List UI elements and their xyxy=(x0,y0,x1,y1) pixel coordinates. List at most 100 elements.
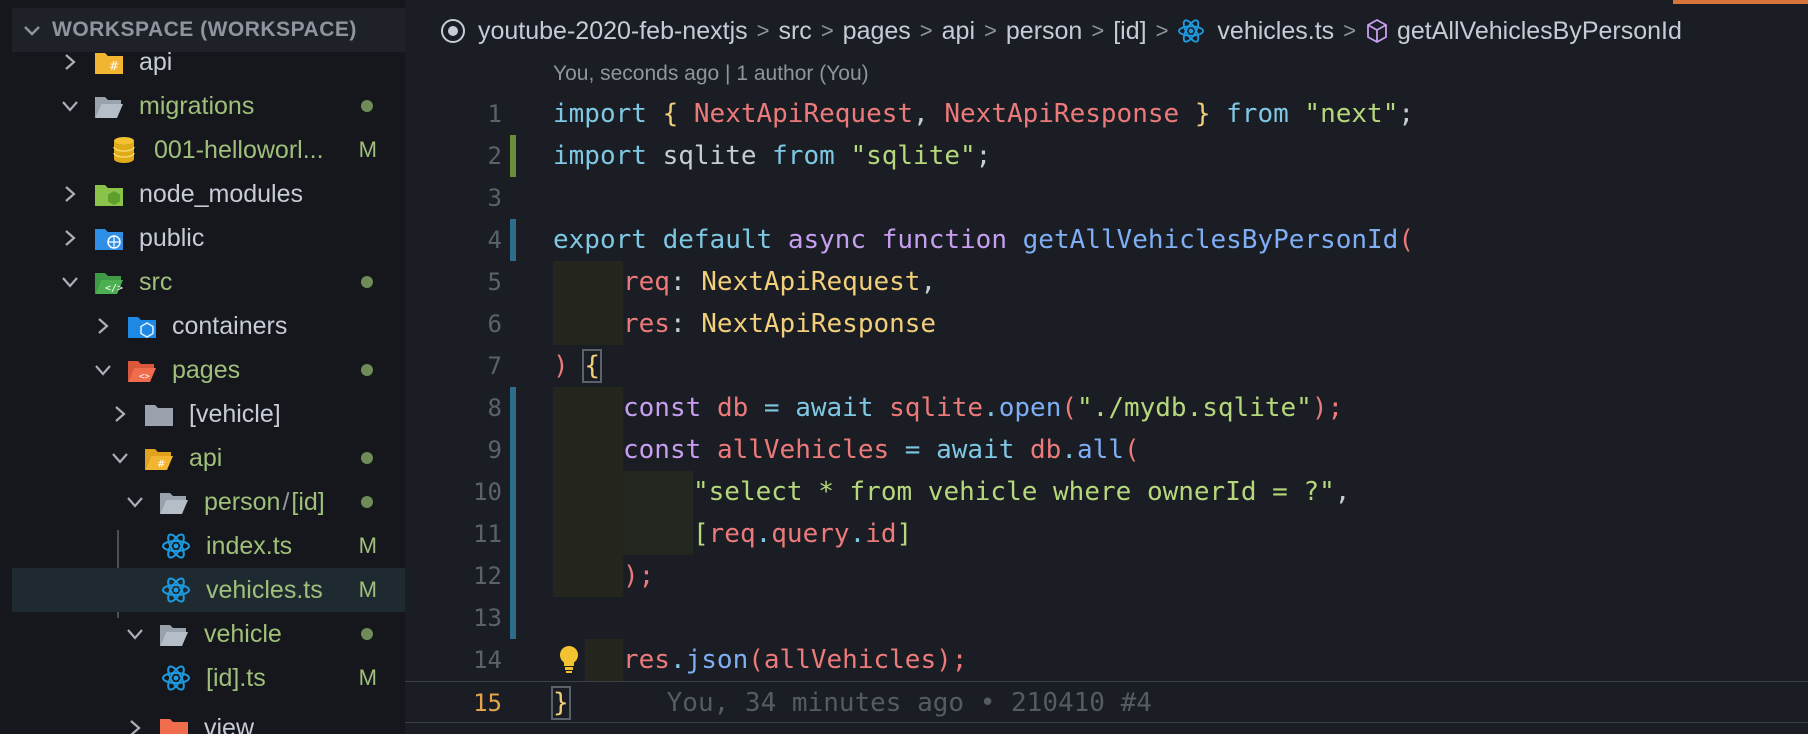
chevron-down-icon xyxy=(107,445,133,471)
react-icon xyxy=(160,575,192,605)
tree-item-label: node_modules xyxy=(139,179,304,208)
code-text: const db = await sqlite.open("./mydb.sql… xyxy=(623,393,1344,423)
chevron-right-icon: > xyxy=(919,18,933,43)
tree-item-label: [id].ts xyxy=(206,663,266,692)
breadcrumb-label: vehicles.ts xyxy=(1217,16,1335,45)
current-code-line: 15 } You, 34 minutes ago • 210410 #4 xyxy=(405,681,1808,723)
breadcrumb-item[interactable]: api xyxy=(942,17,975,46)
database-icon xyxy=(108,135,140,165)
folder-icon xyxy=(143,399,175,429)
breadcrumb-item[interactable]: pages xyxy=(843,17,911,46)
tree-folder-public[interactable]: public xyxy=(12,216,405,260)
tree-folder-api[interactable]: # api xyxy=(12,40,405,84)
indent-guide-highlight xyxy=(623,471,693,513)
react-icon xyxy=(160,663,192,693)
code-line: 4 export default async function getAllVe… xyxy=(405,219,1808,261)
git-modified-gutter[interactable] xyxy=(510,219,516,261)
code-text: import sqlite from "sqlite"; xyxy=(553,141,992,171)
breadcrumb-item[interactable]: [id] xyxy=(1113,17,1146,46)
code-text: [req.query.id] xyxy=(693,519,913,549)
git-modified-badge: M xyxy=(358,137,377,162)
code-line: 11 [req.query.id] xyxy=(405,513,1808,555)
folder-src-icon: </> xyxy=(93,267,125,297)
tree-item-label: api xyxy=(189,443,223,472)
chevron-right-icon xyxy=(90,313,116,339)
tree-item-label: migrations xyxy=(139,91,255,120)
line-number: 9 xyxy=(487,436,502,464)
tree-item-label: vehicles.ts xyxy=(206,575,323,604)
tree-folder-vehicle-dynamic[interactable]: [vehicle] xyxy=(12,392,405,436)
codelens-blame[interactable]: You, seconds ago | 1 author (You) xyxy=(553,62,869,86)
tree-folder-person-id[interactable]: person / [id] xyxy=(12,480,405,524)
tree-item-label: api xyxy=(139,47,173,76)
chevron-down-icon xyxy=(90,357,116,383)
folder-view-icon xyxy=(158,713,190,734)
svg-text:#: # xyxy=(109,59,119,73)
tree-item-label: view xyxy=(204,713,255,734)
tree-folder-containers[interactable]: containers xyxy=(12,304,405,348)
folder-open-icon xyxy=(158,619,190,649)
line-number: 3 xyxy=(487,184,502,212)
line-number: 11 xyxy=(473,520,502,548)
git-modified-gutter[interactable] xyxy=(510,597,516,639)
code-text: req: NextApiRequest, xyxy=(623,267,937,297)
chevron-down-icon xyxy=(57,269,83,295)
tree-item-label: index.ts xyxy=(206,531,293,560)
breadcrumb-symbol[interactable]: getAllVehiclesByPersonId xyxy=(1365,17,1682,46)
tree-file-migration[interactable]: 001-helloworl... M xyxy=(12,128,405,172)
code-text: const allVehicles = await db.all( xyxy=(623,435,1140,465)
line-number: 13 xyxy=(473,604,502,632)
git-added-gutter[interactable] xyxy=(510,135,516,177)
tree-folder-pages-api[interactable]: # api xyxy=(12,436,405,480)
breadcrumb-root[interactable]: youtube-2020-feb-nextjs xyxy=(440,17,748,46)
tree-item-label: vehicle xyxy=(204,619,282,648)
breadcrumb: youtube-2020-feb-nextjs > src > pages > … xyxy=(405,8,1682,54)
git-status-dot xyxy=(361,496,373,508)
breadcrumb-item[interactable]: person xyxy=(1006,17,1082,46)
code-editor[interactable]: youtube-2020-feb-nextjs > src > pages > … xyxy=(405,0,1808,734)
tree-item-label-2: [id] xyxy=(291,487,325,516)
line-number: 10 xyxy=(473,478,502,506)
tree-folder-node-modules[interactable]: node_modules xyxy=(12,172,405,216)
tree-folder-pages[interactable]: <> pages xyxy=(12,348,405,392)
git-modified-gutter[interactable] xyxy=(510,387,516,429)
code-text: import { NextApiRequest, NextApiResponse… xyxy=(553,99,1414,129)
code-line: 2 import sqlite from "sqlite"; xyxy=(405,135,1808,177)
indent-guide-highlight xyxy=(623,513,693,555)
tree-folder-view[interactable]: view xyxy=(12,706,405,734)
method-cube-icon xyxy=(1367,18,1387,44)
chevron-down-icon xyxy=(12,20,52,40)
tree-file-index-ts[interactable]: index.ts M xyxy=(12,524,405,568)
svg-text:<>: <> xyxy=(139,372,150,382)
tree-item-label: containers xyxy=(172,311,288,340)
tree-folder-src[interactable]: </> src xyxy=(12,260,405,304)
git-status-dot xyxy=(361,364,373,376)
chevron-right-icon xyxy=(122,715,148,734)
tree-folder-migrations[interactable]: migrations xyxy=(12,84,405,128)
indent-guide-highlight xyxy=(553,261,623,303)
circle-dot-icon xyxy=(441,19,465,43)
tree-file-vehicles-ts[interactable]: vehicles.ts M xyxy=(12,568,405,612)
lightbulb-icon[interactable] xyxy=(557,644,585,676)
git-modified-gutter[interactable] xyxy=(510,429,516,471)
breadcrumb-file[interactable]: vehicles.ts xyxy=(1177,17,1334,46)
code-line: 10 "select * from vehicle where ownerId … xyxy=(405,471,1808,513)
code-line: 9 const allVehicles = await db.all( xyxy=(405,429,1808,471)
git-modified-gutter[interactable] xyxy=(510,555,516,597)
tree-file-id-ts[interactable]: [id].ts M xyxy=(12,656,405,700)
tree-folder-vehicle[interactable]: vehicle xyxy=(12,612,405,656)
chevron-right-icon: > xyxy=(984,18,997,43)
breadcrumb-item[interactable]: src xyxy=(778,17,811,46)
line-number: 4 xyxy=(487,226,502,254)
git-modified-gutter[interactable] xyxy=(510,471,516,513)
tree-item-label: [vehicle] xyxy=(189,399,281,428)
chevron-right-icon xyxy=(107,401,133,427)
chevron-right-icon: > xyxy=(1155,18,1169,43)
chevron-down-icon xyxy=(122,621,148,647)
code-line: 7 ) { xyxy=(405,345,1808,387)
git-status-dot xyxy=(361,628,373,640)
git-status-dot xyxy=(361,452,373,464)
git-modified-gutter[interactable] xyxy=(510,513,516,555)
tree-item-label: 001-helloworl... xyxy=(154,135,324,164)
line-number: 7 xyxy=(487,352,502,380)
